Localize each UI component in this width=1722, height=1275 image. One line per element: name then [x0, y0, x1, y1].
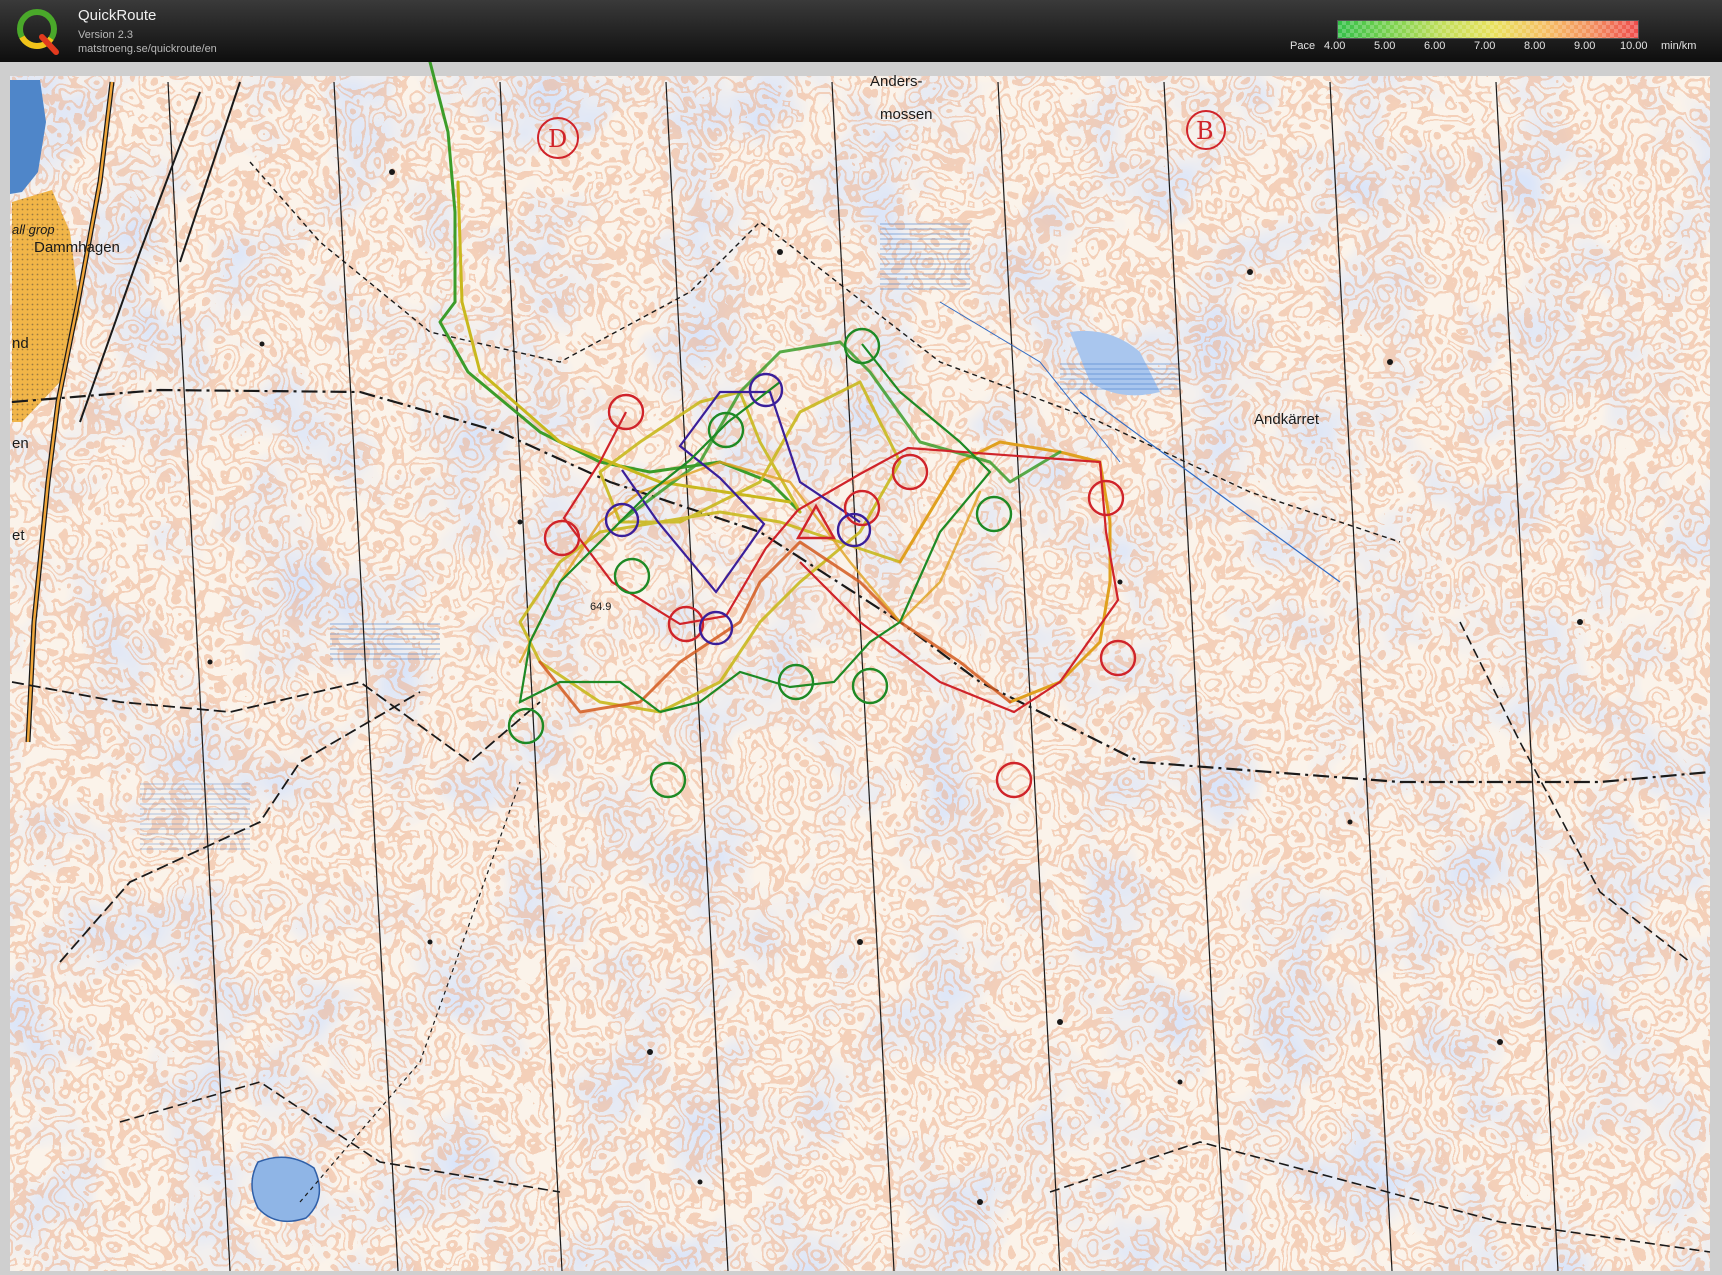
- pond: [251, 1156, 321, 1223]
- pace-color-scale: [1337, 20, 1639, 39]
- area-d-label: D: [548, 125, 567, 153]
- label-anders: Anders-: [870, 73, 923, 90]
- map-viewport[interactable]: Anders- mossen Andkärret Dammhagen all g…: [0, 62, 1722, 1275]
- pace-label: Pace: [1290, 40, 1316, 52]
- quickroute-logo-icon: [17, 9, 59, 55]
- marsh-area: [330, 622, 440, 662]
- label-height: 64.9: [590, 601, 611, 613]
- label-mossen: mossen: [880, 106, 933, 123]
- label-edge-et: et: [12, 527, 25, 544]
- label-andkarret: Andkärret: [1254, 411, 1320, 428]
- pace-tick-4: 4.00: [1324, 40, 1346, 52]
- app-version: Version 2.3: [78, 29, 134, 41]
- app-url-link[interactable]: matstroeng.se/quickroute/en: [78, 43, 217, 55]
- pace-tick-7: 7.00: [1474, 40, 1496, 52]
- orienteering-map[interactable]: Anders- mossen Andkärret Dammhagen all g…: [0, 62, 1722, 1275]
- pace-tick-9: 9.00: [1574, 40, 1596, 52]
- label-grop: all grop: [12, 222, 55, 237]
- pace-tick-8: 8.00: [1524, 40, 1546, 52]
- pace-legend: Pace 4.00 5.00 6.00 7.00 8.00 9.00 10.00…: [1280, 18, 1720, 58]
- label-dammhagen: Dammhagen: [34, 239, 120, 256]
- app-title: QuickRoute: [78, 7, 157, 24]
- pace-tick-5: 5.00: [1374, 40, 1396, 52]
- pace-unit: min/km: [1661, 40, 1697, 52]
- title-bar: QuickRoute Version 2.3 matstroeng.se/qui…: [0, 0, 1722, 62]
- label-edge-nd: nd: [12, 335, 29, 352]
- pace-tick-10: 10.00: [1620, 40, 1648, 52]
- pace-tick-6: 6.00: [1424, 40, 1446, 52]
- area-b-label: B: [1196, 117, 1214, 145]
- label-edge-en: en: [12, 435, 29, 452]
